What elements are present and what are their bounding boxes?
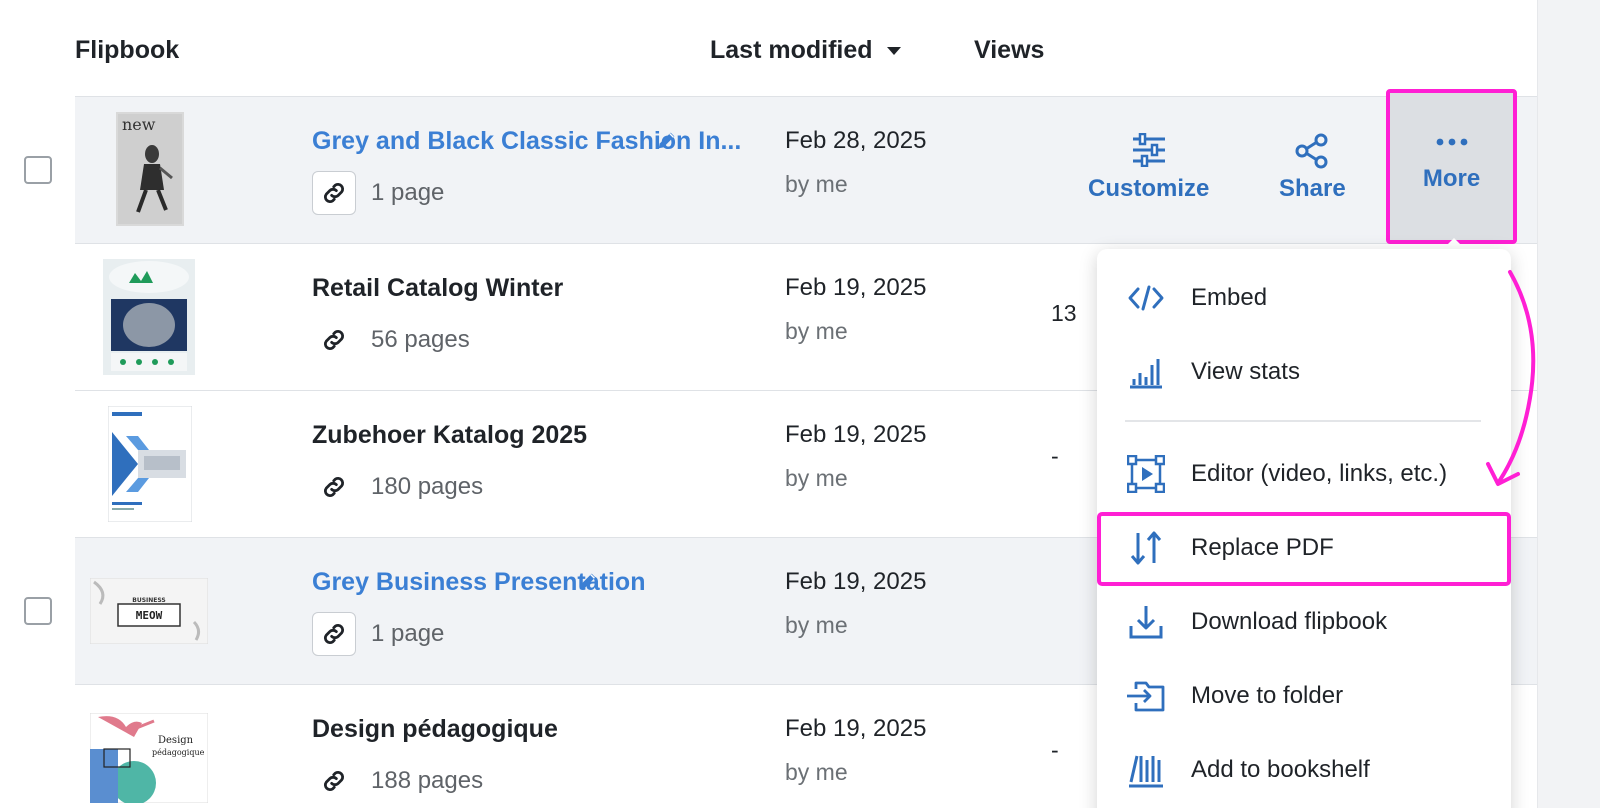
page-count: 1 page bbox=[371, 179, 445, 206]
page-count: 56 pages bbox=[371, 326, 470, 353]
column-header-flipbook: Flipbook bbox=[75, 36, 180, 64]
modified-date: Feb 19, 2025 bbox=[785, 421, 927, 448]
edit-pencil-icon[interactable] bbox=[656, 129, 678, 151]
svg-text:new: new bbox=[122, 115, 156, 134]
page-count: 188 pages bbox=[371, 767, 484, 794]
move-folder-icon bbox=[1125, 675, 1167, 717]
more-label: More bbox=[1422, 165, 1481, 192]
svg-text:Design: Design bbox=[158, 735, 194, 746]
flipbook-thumbnail[interactable]: new bbox=[116, 112, 184, 231]
menu-label-view-stats: View stats bbox=[1191, 358, 1300, 385]
copy-link-button[interactable] bbox=[312, 612, 356, 656]
copy-link-button[interactable] bbox=[312, 318, 356, 362]
last-modified-label: Last modified bbox=[710, 36, 873, 64]
bar-chart-icon bbox=[1125, 351, 1167, 393]
sliders-icon bbox=[1132, 133, 1165, 167]
link-icon bbox=[323, 623, 345, 645]
replace-pdf-highlight bbox=[1097, 512, 1511, 586]
menu-label-download: Download flipbook bbox=[1191, 608, 1388, 635]
view-count: - bbox=[1051, 737, 1059, 763]
row-checkbox[interactable] bbox=[24, 156, 52, 184]
menu-item-add-to-bookshelf[interactable]: Add to bookshelf bbox=[1097, 738, 1511, 802]
modified-by: by me bbox=[785, 318, 848, 344]
modified-date: Feb 19, 2025 bbox=[785, 274, 927, 301]
sort-caret-icon bbox=[886, 46, 901, 55]
view-count: 13 bbox=[1051, 300, 1077, 326]
menu-label-move-to-folder: Move to folder bbox=[1191, 682, 1344, 709]
video-editor-icon bbox=[1125, 453, 1167, 495]
more-dots-icon bbox=[1436, 138, 1467, 146]
modified-by: by me bbox=[785, 612, 848, 638]
flipbook-thumbnail[interactable] bbox=[107, 405, 193, 527]
flipbook-title[interactable]: Zubehoer Katalog 2025 bbox=[312, 421, 587, 450]
more-button[interactable]: More bbox=[1386, 89, 1517, 244]
copy-link-button[interactable] bbox=[312, 759, 356, 803]
column-header-views: Views bbox=[974, 36, 1045, 64]
menu-item-download[interactable]: Download flipbook bbox=[1097, 590, 1511, 654]
menu-label-editor: Editor (video, links, etc.) bbox=[1191, 460, 1448, 487]
share-button[interactable]: Share bbox=[1279, 133, 1346, 203]
menu-item-editor[interactable]: Editor (video, links, etc.) bbox=[1097, 442, 1511, 506]
modified-date: Feb 19, 2025 bbox=[785, 568, 927, 595]
page-count: 1 page bbox=[371, 620, 445, 647]
page-count: 180 pages bbox=[371, 473, 484, 500]
flipbook-title[interactable]: Design pédagogique bbox=[312, 715, 558, 744]
copy-link-button[interactable] bbox=[312, 171, 356, 215]
share-label: Share bbox=[1279, 175, 1346, 202]
menu-item-embed[interactable]: Embed bbox=[1097, 266, 1511, 330]
modified-date: Feb 28, 2025 bbox=[785, 127, 927, 154]
modified-by: by me bbox=[785, 171, 848, 197]
flipbook-thumbnail[interactable]: BUSINESS MEOW bbox=[89, 577, 209, 649]
annotation-arrow-icon bbox=[1486, 270, 1536, 486]
flipbook-thumbnail[interactable] bbox=[103, 259, 195, 380]
share-icon bbox=[1295, 133, 1328, 169]
copy-link-button[interactable] bbox=[312, 465, 356, 509]
bookshelf-icon bbox=[1125, 749, 1167, 791]
menu-label-add-to-bookshelf: Add to bookshelf bbox=[1191, 756, 1370, 783]
link-icon bbox=[323, 329, 345, 351]
flipbook-title[interactable]: Retail Catalog Winter bbox=[312, 274, 563, 303]
customize-button[interactable]: Customize bbox=[1088, 133, 1209, 203]
menu-label-embed: Embed bbox=[1191, 284, 1268, 311]
modified-by: by me bbox=[785, 759, 848, 785]
modified-by: by me bbox=[785, 465, 848, 491]
column-header-last-modified[interactable]: Last modified bbox=[710, 36, 901, 65]
svg-text:pédagogique: pédagogique bbox=[152, 748, 205, 757]
view-count: - bbox=[1051, 443, 1059, 469]
flipbook-list-page: Flipbook Last modified Views new Grey an… bbox=[0, 0, 1600, 808]
flipbook-thumbnail[interactable]: Design pédagogique bbox=[89, 712, 209, 808]
menu-item-view-stats[interactable]: View stats bbox=[1097, 340, 1511, 404]
edit-pencil-icon[interactable] bbox=[577, 570, 599, 592]
download-icon bbox=[1125, 601, 1167, 643]
modified-date: Feb 19, 2025 bbox=[785, 715, 927, 742]
link-icon bbox=[323, 770, 345, 792]
customize-label: Customize bbox=[1088, 175, 1210, 202]
menu-item-move-to-folder[interactable]: Move to folder bbox=[1097, 664, 1511, 728]
link-icon bbox=[323, 476, 345, 498]
thumb-business-text: BUSINESS bbox=[132, 597, 166, 604]
link-icon bbox=[323, 182, 345, 204]
menu-divider bbox=[1125, 420, 1481, 422]
row-checkbox[interactable] bbox=[24, 597, 52, 625]
thumb-meow-text: MEOW bbox=[136, 609, 163, 622]
code-icon bbox=[1125, 277, 1167, 319]
